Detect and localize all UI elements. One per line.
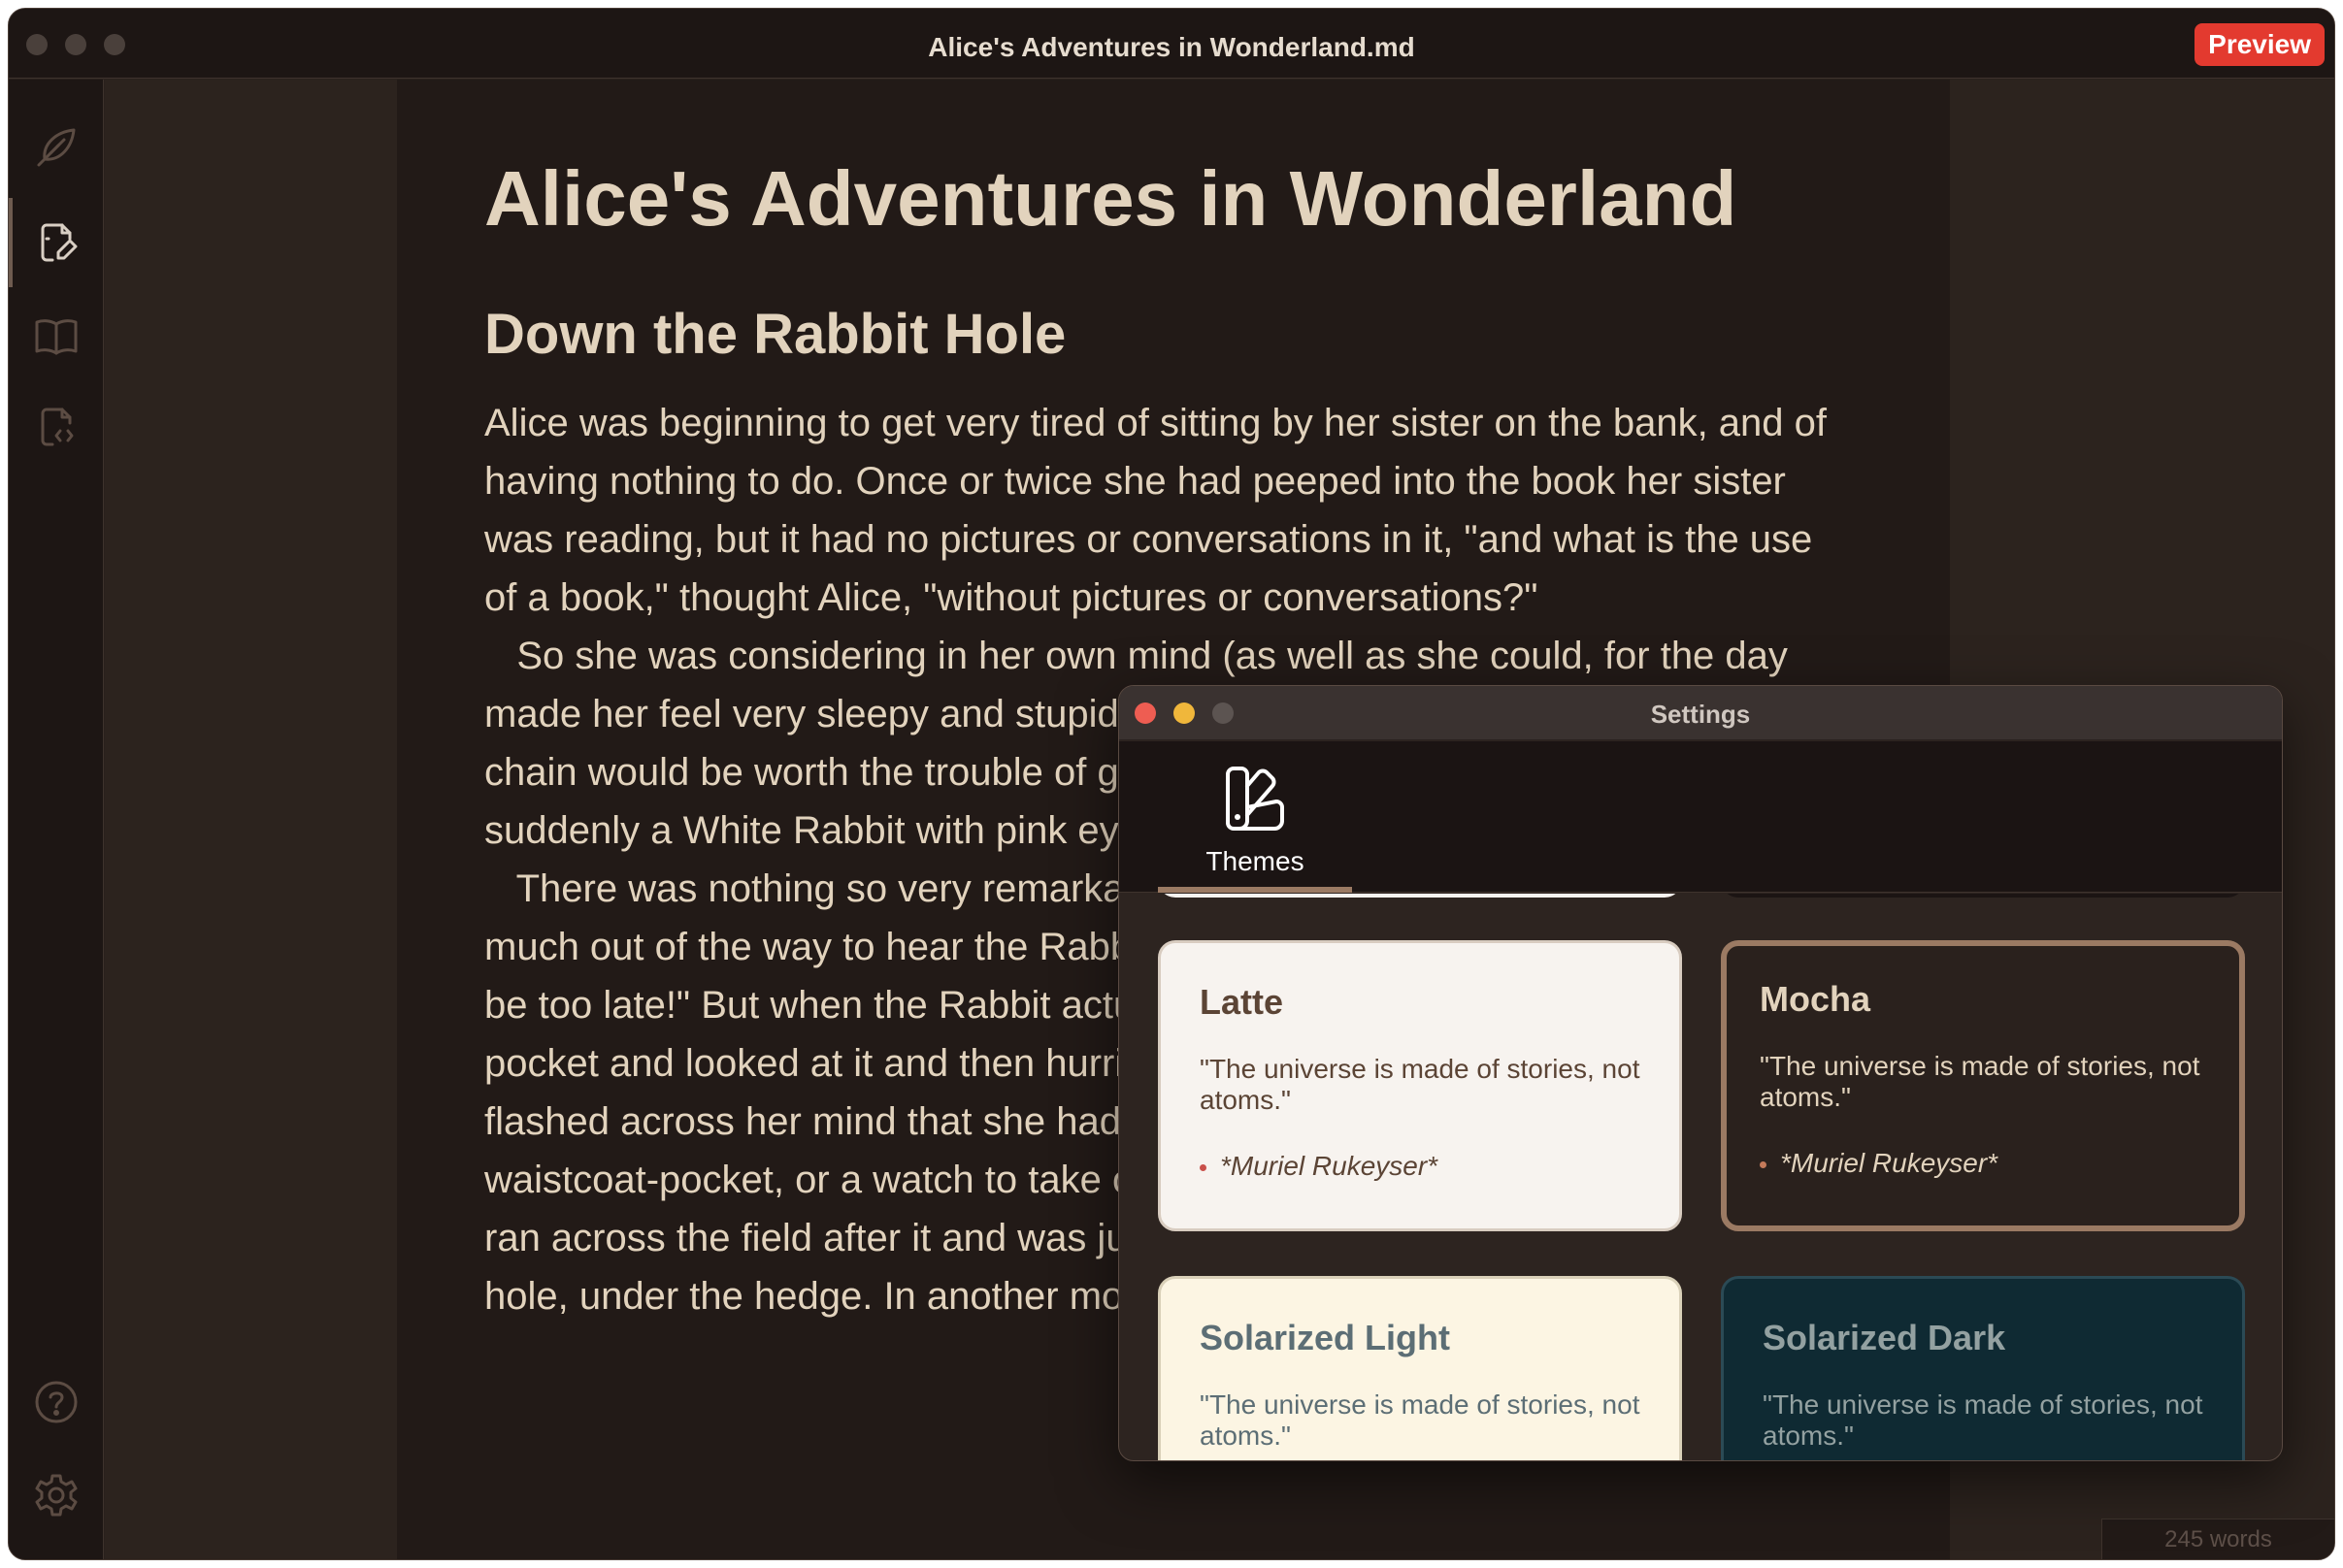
theme-card-partial[interactable] [1158, 894, 1682, 898]
theme-card-solarized-dark[interactable]: Solarized Dark "The universe is made of … [1721, 1276, 2245, 1460]
document-heading-1: Alice's Adventures in Wonderland [484, 155, 1737, 242]
settings-title: Settings [1650, 700, 1751, 729]
theme-card-latte[interactable]: Latte "The universe is made of stories, … [1158, 940, 1682, 1231]
bullet-dot [1200, 1164, 1206, 1172]
theme-card-solarized-light[interactable]: Solarized Light "The universe is made of… [1158, 1276, 1682, 1460]
paragraph-line: was reading, but it had no pictures or c… [484, 518, 1813, 561]
title-bar: Alice's Adventures in Wonderland.md Prev… [9, 9, 2334, 79]
paragraph-line: having nothing to do. Once or twice she … [484, 460, 1786, 503]
feather-icon[interactable] [33, 124, 80, 171]
author-text: *Muriel Rukeyser* [1780, 1148, 1998, 1178]
theme-name: Latte [1200, 982, 1284, 1022]
theme-name: Solarized Light [1200, 1318, 1451, 1357]
paragraph-line: Alice was beginning to get very tired of… [484, 402, 1828, 444]
paragraph-line: waistcoat-pocket, or a watch to take o [484, 1159, 1135, 1201]
code-document-icon[interactable] [33, 404, 80, 450]
theme-name: Mocha [1760, 979, 1871, 1019]
paragraph-line: ran across the field after it and was ju [484, 1217, 1128, 1259]
theme-card-mocha[interactable]: Mocha "The universe is made of stories, … [1721, 940, 2245, 1231]
active-tab-underline [1158, 887, 1352, 893]
tab-themes[interactable]: Themes [1158, 741, 1352, 893]
theme-author: *Muriel Rukeyser* [1200, 1151, 1437, 1182]
author-text: *Muriel Rukeyser* [1220, 1151, 1438, 1181]
paragraph-line: So she was considering in her own mind (… [484, 635, 1788, 677]
theme-author: *Muriel Rukeyser* [1760, 1148, 1997, 1179]
settings-window: Settings Themes Latte "The universe is m… [1118, 685, 2283, 1461]
theme-name: Solarized Dark [1763, 1318, 2006, 1357]
paragraph-line: pocket and looked at it and then hurri [484, 1042, 1124, 1085]
paragraph-line: chain would be worth the trouble of g [484, 751, 1119, 794]
paragraph-line: be too late!" But when the Rabbit actu [484, 984, 1136, 1027]
paragraph-line: much out of the way to hear the Rabb [484, 926, 1133, 968]
document-heading-2: Down the Rabbit Hole [484, 303, 1067, 366]
settings-toolbar: Themes [1119, 741, 2282, 893]
theme-card-partial[interactable] [1721, 894, 2245, 898]
theme-quote: "The universe is made of stories, not at… [1763, 1389, 2203, 1451]
theme-grid[interactable]: Latte "The universe is made of stories, … [1119, 894, 2282, 1460]
paragraph-line: There was nothing so very remarka [484, 867, 1125, 910]
theme-quote: "The universe is made of stories, not at… [1760, 1051, 2200, 1112]
word-count: 245 words [2101, 1519, 2334, 1559]
bullet-dot [1760, 1161, 1766, 1169]
gear-icon[interactable] [33, 1472, 80, 1519]
paragraph-line: suddenly a White Rabbit with pink ey [484, 809, 1119, 852]
window-title: Alice's Adventures in Wonderland.md [928, 32, 1415, 62]
paragraph-line: of a book," thought Alice, "without pict… [484, 576, 1538, 619]
book-icon[interactable] [33, 312, 80, 359]
edit-document-icon[interactable] [33, 219, 80, 266]
paragraph-line: hole, under the hedge. In another mo [484, 1275, 1124, 1318]
preview-button[interactable]: Preview [2194, 23, 2325, 66]
theme-quote: "The universe is made of stories, not at… [1200, 1054, 1640, 1115]
active-indicator [9, 198, 13, 287]
themes-icon [1220, 763, 1290, 833]
settings-title-bar: Settings [1119, 686, 2282, 740]
paragraph-line: flashed across her mind that she had [484, 1100, 1121, 1143]
paragraph-line: made her feel very sleepy and stupid [484, 693, 1119, 735]
theme-quote: "The universe is made of stories, not at… [1200, 1389, 1640, 1451]
help-icon[interactable] [33, 1379, 80, 1425]
sidebar [9, 80, 104, 1559]
tab-themes-label: Themes [1205, 846, 1304, 876]
